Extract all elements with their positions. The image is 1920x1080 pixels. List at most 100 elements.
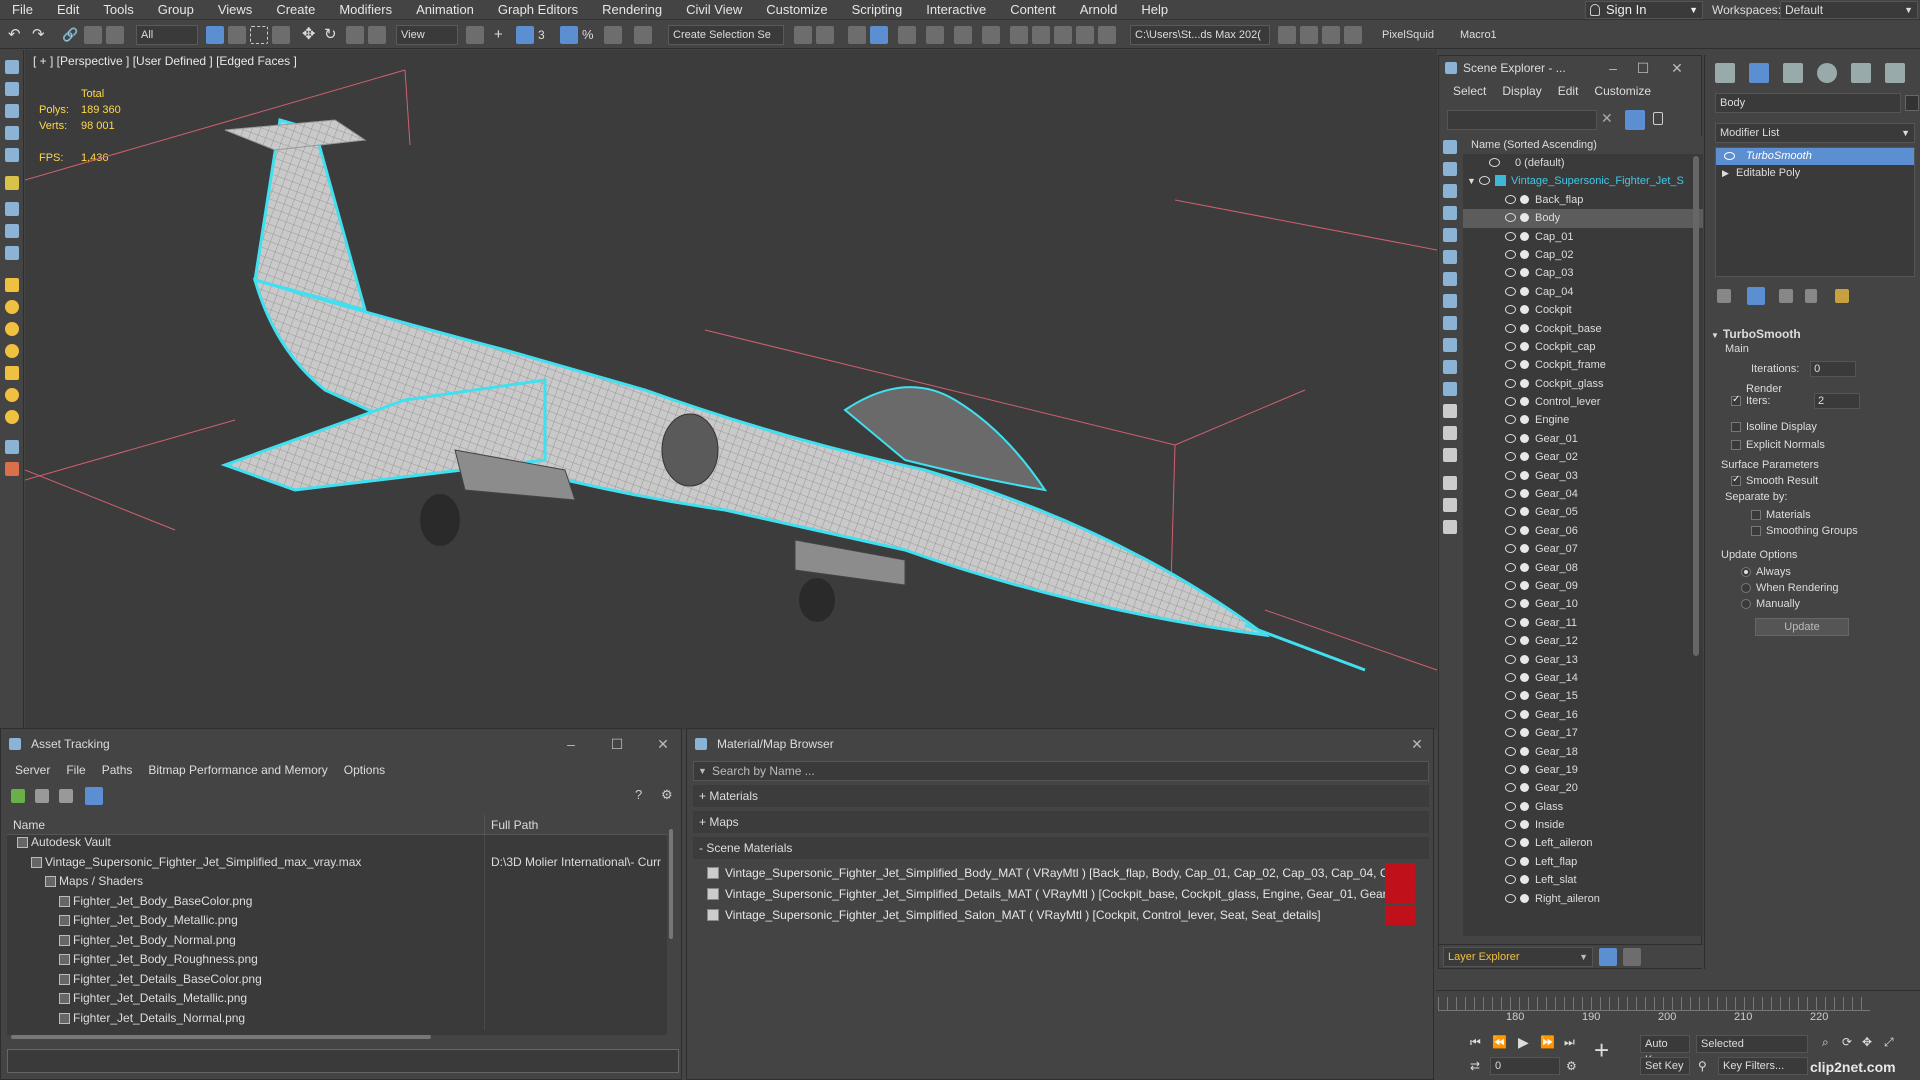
se-menu-edit[interactable]: Edit [1550,84,1587,98]
scene-material-item[interactable]: Vintage_Supersonic_Fighter_Jet_Simplifie… [703,905,1415,925]
display-cameras-icon[interactable] [1443,250,1457,264]
group-materials[interactable]: + Materials [693,785,1429,807]
zoom-icon[interactable]: ⌕ [1822,1035,1829,1050]
help-icon[interactable]: ? [635,787,642,802]
update-always-row[interactable]: Always [1741,566,1915,578]
create-geometry-icon[interactable] [5,60,19,74]
material-editor-icon[interactable] [982,26,1000,44]
display-filter-icon[interactable] [1443,476,1457,490]
visibility-eye-icon[interactable] [1505,341,1516,351]
visibility-eye-icon[interactable] [1505,709,1516,719]
unlink-icon[interactable] [84,26,102,44]
project-settings-icon[interactable] [1344,26,1362,44]
menu-file[interactable]: File [0,0,45,20]
visibility-eye-icon[interactable] [1505,599,1516,609]
object-name-field[interactable]: Body [1715,93,1901,113]
render-toggle-icon[interactable] [1520,433,1529,443]
render-toggle-icon[interactable] [1520,194,1529,204]
tree-row-object[interactable]: Gear_11 [1463,614,1703,632]
tree-view-icon[interactable] [59,789,73,803]
se-menu-customize[interactable]: Customize [1586,84,1659,98]
lock-icon[interactable] [1653,112,1663,125]
tree-row-root[interactable]: ▼ Vintage_Supersonic_Fighter_Jet_S [1463,172,1703,190]
render-toggle-icon[interactable] [1520,378,1529,388]
visibility-eye-icon[interactable] [1505,691,1516,701]
update-always-radio[interactable] [1741,567,1751,578]
menu-scripting[interactable]: Scripting [840,0,915,20]
render-toggle-icon[interactable] [1520,544,1529,554]
select-by-name-icon[interactable] [228,26,246,44]
go-to-start-icon[interactable]: ⏮ [1470,1035,1481,1050]
display-geometry-icon[interactable] [1443,184,1457,198]
asset-vertical-scrollbar[interactable] [669,829,673,939]
tree-row-object[interactable]: Gear_19 [1463,761,1703,779]
tree-row-object[interactable]: Engine [1463,411,1703,429]
chevron-down-icon[interactable]: ▼ [1467,172,1476,190]
rectangular-selection-icon[interactable] [250,26,268,44]
settings-icon[interactable]: ⚙ [661,787,673,803]
orbit-icon[interactable]: ⟳ [1842,1035,1852,1049]
menu-modifiers[interactable]: Modifiers [327,0,404,20]
key-mode-icon[interactable]: ⇄ [1470,1059,1480,1073]
visibility-eye-icon[interactable] [1505,562,1516,572]
menu-rendering[interactable]: Rendering [590,0,674,20]
rollout-title[interactable]: ▼ TurboSmooth [1711,327,1915,341]
tree-row-object[interactable]: Gear_03 [1463,467,1703,485]
visibility-eye-icon[interactable] [1505,636,1516,646]
menu-views[interactable]: Views [206,0,264,20]
sign-in-dropdown[interactable]: Sign In ▼ [1585,1,1703,19]
at-menu-paths[interactable]: Paths [94,763,141,777]
display-xrefs-icon[interactable] [1443,338,1457,352]
menu-animation[interactable]: Animation [404,0,486,20]
render-toggle-icon[interactable] [1520,783,1529,793]
pin-stack-icon[interactable] [1717,289,1731,303]
sun-light-icon[interactable] [5,388,19,402]
dropper-icon[interactable] [5,462,19,476]
cylinder-primitive-icon[interactable] [5,300,19,314]
update-button[interactable]: Update [1755,618,1849,637]
asset-row[interactable]: Maps / Shaders [7,874,667,894]
menu-arnold[interactable]: Arnold [1068,0,1130,20]
modifier-stack-item-editable-poly[interactable]: ▶ Editable Poly [1716,165,1914,182]
scene-material-item[interactable]: Vintage_Supersonic_Fighter_Jet_Simplifie… [703,863,1415,883]
perspective-viewport[interactable]: [ + ] [Perspective ] [User Defined ] [Ed… [25,50,1437,730]
at-menu-file[interactable]: File [58,763,93,777]
visibility-eye-icon[interactable] [1505,378,1516,388]
render-toggle-icon[interactable] [1520,525,1529,535]
teapot-primitive-icon[interactable] [5,410,19,424]
visibility-eye-icon[interactable] [1505,580,1516,590]
sphere-primitive-icon[interactable] [5,322,19,336]
render-toggle-icon[interactable] [1520,820,1529,830]
hierarchy-tab-icon[interactable] [1783,63,1803,83]
angle-snap-icon[interactable] [560,26,578,44]
render-toggle-icon[interactable] [1520,286,1529,296]
display-none-icon[interactable] [1443,140,1457,154]
list-view-icon[interactable] [35,789,49,803]
rotate-icon[interactable]: ↻ [324,26,342,44]
tree-row-object[interactable]: Left_flap [1463,853,1703,871]
render-toggle-icon[interactable] [1520,562,1529,572]
render-toggle-icon[interactable] [1520,838,1529,848]
at-menu-options[interactable]: Options [336,763,393,777]
time-config-icon[interactable]: ⚙ [1566,1059,1577,1073]
render-iterative-icon[interactable] [1076,26,1094,44]
iterations-spinner[interactable]: 0 [1810,361,1857,377]
play-icon[interactable]: ▶ [1518,1034,1529,1051]
make-unique-icon[interactable] [1779,289,1793,303]
visibility-eye-icon[interactable] [1505,820,1516,830]
visibility-eye-icon[interactable] [1479,176,1490,186]
percent-snap-icon[interactable]: % [582,26,600,44]
timeline-ruler[interactable] [1438,997,1870,1011]
tree-row-object[interactable]: Left_slat [1463,871,1703,889]
material-browser-titlebar[interactable]: Material/Map Browser ✕ [687,729,1433,759]
render-toggle-icon[interactable] [1520,415,1529,425]
menu-edit[interactable]: Edit [45,0,91,20]
display-groups-icon[interactable] [1443,316,1457,330]
go-to-end-icon[interactable]: ⏭ [1564,1035,1575,1050]
update-when-rendering-radio[interactable] [1741,583,1751,594]
configure-modifier-sets-icon[interactable] [1835,289,1849,303]
group-maps[interactable]: + Maps [693,811,1429,833]
project-save-icon[interactable] [1322,26,1340,44]
maximize-viewport-icon[interactable]: ⤢ [1884,1035,1894,1050]
menu-help[interactable]: Help [1129,0,1180,20]
